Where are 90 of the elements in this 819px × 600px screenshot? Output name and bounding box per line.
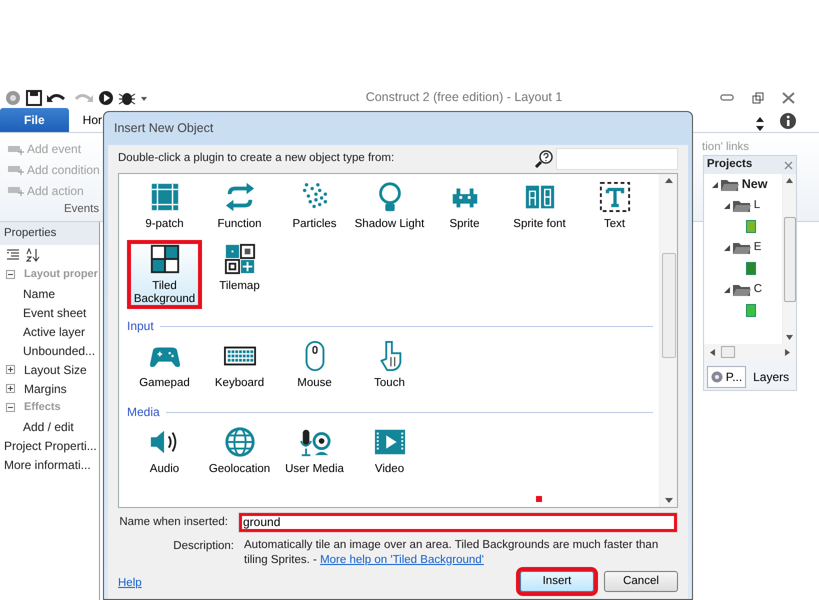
window-title: Construct 2 (free edition) - Layout 1 [364,89,564,106]
panel-tab[interactable]: P... [706,366,746,388]
folder-icon [732,241,751,254]
property-name: Add / edit [22,418,74,436]
plugin-item[interactable]: Sprite [427,178,502,236]
property-name: Event sheet [22,304,86,322]
expanded-arrow-icon[interactable] [724,286,730,292]
description-text: Automatically tile an image over an area. Tiled Backgrounds are much faster than tiling Sprites. - More help on 'Tiled Background' [244,538,660,568]
close-icon[interactable] [784,160,794,170]
expanded-arrow-icon[interactable] [724,244,730,250]
scroll-up-icon[interactable] [786,178,793,183]
property-group[interactable]: Margins [24,380,67,398]
field-label: Name when inserted: [118,514,229,530]
group-heading: Input [127,318,154,336]
folder-icon [732,199,751,212]
scroll-down-icon[interactable] [664,498,672,503]
minimize-icon[interactable] [720,92,734,102]
instruction-text: Double-click a plugin to create a new object type from: [118,151,396,166]
collapse-icon[interactable] [6,403,15,412]
plugin-item[interactable]: User Media [277,423,352,482]
ribbon-group-label: Events [62,202,100,217]
info-icon[interactable] [779,112,797,130]
ribbon-tab[interactable]: File [0,108,69,132]
plugin-item[interactable]: Audio [127,423,202,482]
add-block-icon [8,144,24,155]
play-icon[interactable] [98,90,114,106]
scroll-thumb[interactable] [662,252,676,358]
plugin-item[interactable]: Shadow Light [352,178,427,236]
panel-tab[interactable]: Layers [749,366,794,388]
tree-item[interactable]: E [754,238,762,256]
plugin-item[interactable]: Tilemap [202,240,277,310]
function-icon [224,180,256,213]
restore-icon[interactable] [752,92,764,104]
plugin-item[interactable]: Function [202,178,277,236]
collapse-icon[interactable] [6,270,15,279]
expand-icon[interactable] [6,384,15,393]
scroll-down-icon[interactable] [786,335,793,340]
plugin-item[interactable]: Particles [277,178,352,236]
plugin-item[interactable]: 9-patch [127,178,202,236]
tiled-icon [148,242,180,275]
plugin-item[interactable]: Gamepad [127,337,202,396]
name-field[interactable]: ground [238,512,678,533]
add-block-icon [8,164,24,176]
plugin-item[interactable]: Sprite font [502,178,577,236]
plugin-item[interactable]: Video [352,423,427,482]
ribbon-partial-text: tion' links [702,141,749,153]
search-help-icon[interactable] [535,150,554,168]
property-name: Unbounded... [22,342,96,360]
categorized-icon[interactable] [6,248,20,260]
field-label: Description: [172,538,235,554]
close-icon[interactable] [782,92,795,104]
tree-item[interactable]: L [754,196,760,214]
plugin-item[interactable]: Text [577,178,652,236]
sort-alpha-icon[interactable] [26,248,40,262]
tree-item[interactable]: New [742,175,768,194]
tree-item[interactable]: C [754,280,762,298]
scroll-right-icon[interactable] [785,348,790,356]
folder-icon [720,178,739,191]
dialog-title: Insert New Object [113,120,214,138]
tilemap-icon [224,242,256,275]
property-link[interactable]: More informati... [4,456,91,474]
property-group[interactable]: Layout Size [24,360,87,378]
plugin-item[interactable]: Tiled Background [127,240,202,310]
text-icon [598,180,630,213]
dialog-button[interactable]: Cancel [604,570,678,592]
expanded-arrow-icon[interactable] [712,182,718,188]
property-name: Active layer [22,324,86,340]
plugin-item[interactable]: Geolocation [202,423,277,482]
plugin-item[interactable]: Touch [352,337,427,396]
property-name: Name [22,286,56,302]
group-heading: Media [127,404,160,422]
folder-icon [732,283,751,296]
scroll-up-icon[interactable] [664,178,672,183]
scroll-thumb[interactable] [720,346,734,358]
help-link[interactable]: Help [118,574,142,592]
expand-icon[interactable] [6,365,15,374]
panel-title: Properties [0,222,99,246]
sort-arrows-icon[interactable] [755,116,765,132]
help-link[interactable]: More help on 'Tiled Background' [320,554,484,566]
property-link[interactable]: Project Properti... [4,436,97,454]
save-icon[interactable] [26,90,42,106]
plugin-item[interactable]: Mouse [277,337,352,396]
plugin-item[interactable]: Keyboard [202,337,277,396]
expanded-arrow-icon[interactable] [724,202,730,208]
globe-icon [224,426,256,458]
scroll-left-icon[interactable] [710,348,715,356]
panel-title: Projects [706,157,752,172]
scroll-thumb[interactable] [784,216,796,302]
add-block-icon [8,185,24,196]
search-field[interactable] [556,148,678,170]
